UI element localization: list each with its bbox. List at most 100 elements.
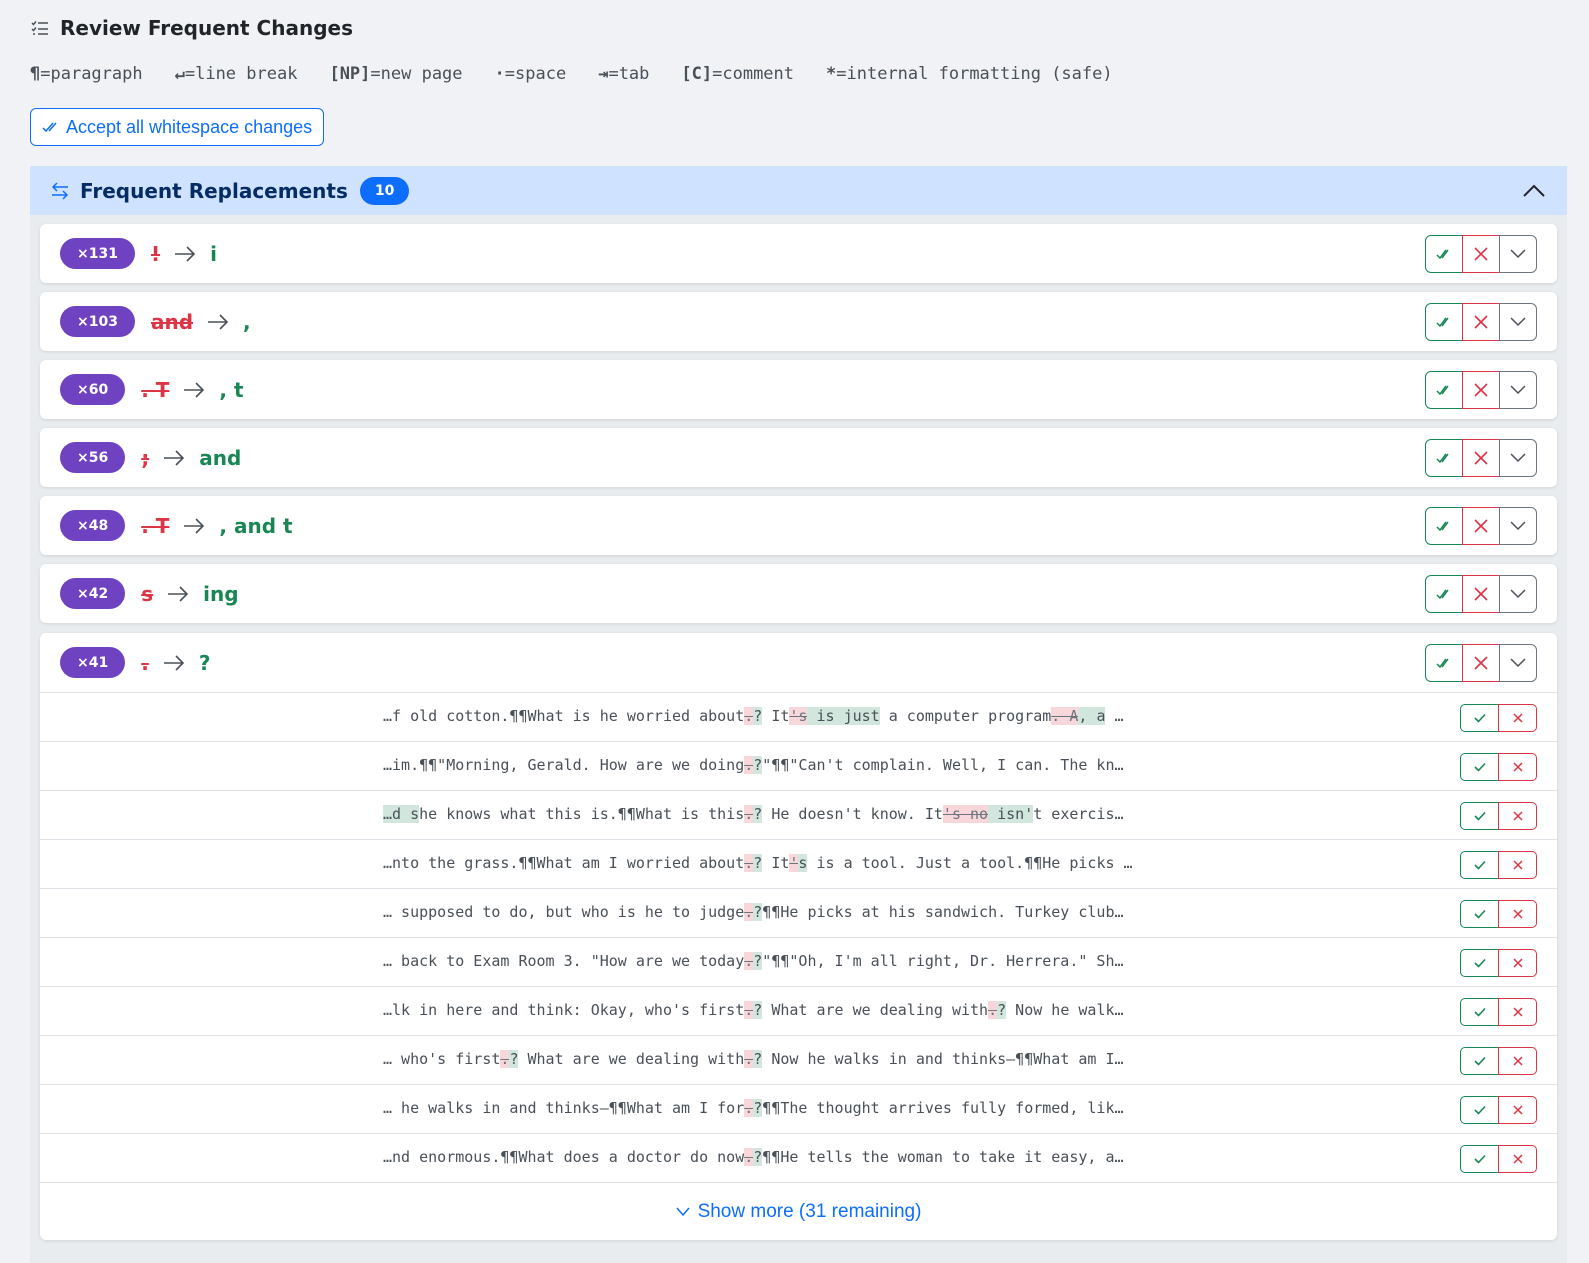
replacement-row: ×131! i (40, 224, 1557, 283)
reject-button[interactable] (1498, 851, 1537, 879)
reject-button[interactable] (1498, 949, 1537, 977)
accept-all-button[interactable] (1425, 507, 1463, 545)
check-icon (1473, 762, 1486, 772)
double-check-icon (1436, 658, 1449, 669)
inserted-text: ? (753, 952, 763, 970)
reject-all-button[interactable] (1462, 644, 1500, 682)
accept-button[interactable] (1460, 1047, 1499, 1075)
check-icon (1473, 860, 1486, 870)
expand-button[interactable] (1499, 371, 1537, 409)
context-row: …nd enormous.¶¶What does a doctor do now… (40, 1133, 1557, 1182)
accept-button[interactable] (1460, 851, 1499, 879)
accept-button[interactable] (1460, 1096, 1499, 1124)
context-actions (1460, 851, 1537, 879)
accept-all-button[interactable] (1425, 644, 1463, 682)
reject-button[interactable] (1498, 1047, 1537, 1075)
close-icon (1512, 1154, 1523, 1164)
context-text: ¶¶The thought arrives fully formed, lik… (762, 1099, 1124, 1117)
legend-item: *=internal formatting (safe) (826, 64, 1113, 84)
chevron-up-icon[interactable] (1521, 178, 1547, 204)
accept-button[interactable] (1460, 900, 1499, 928)
original-text: . (141, 650, 149, 675)
expand-button[interactable] (1499, 644, 1537, 682)
reject-all-button[interactable] (1462, 439, 1500, 477)
context-text: What are we dealing with (518, 1050, 745, 1068)
replacement-actions (1425, 575, 1537, 613)
symbol-legend: ¶=paragraph ↵=line break [NP]=new page ·… (30, 64, 1113, 84)
deleted-text: . (744, 1001, 754, 1019)
deleted-text: . A (1051, 707, 1079, 725)
expand-button[interactable] (1499, 439, 1537, 477)
original-text: ! (150, 241, 161, 266)
replacement-actions (1425, 644, 1537, 682)
context-text: …nd enormous.¶¶What does a doctor do now (383, 1148, 745, 1166)
accept-all-label: Accept all whitespace changes (66, 116, 313, 137)
reject-all-button[interactable] (1462, 575, 1500, 613)
inserted-text: , a (1078, 707, 1106, 725)
context-row: … who's first.? What are we dealing with… (40, 1035, 1557, 1084)
reject-all-button[interactable] (1462, 507, 1500, 545)
check-icon (1473, 811, 1486, 821)
reject-all-button[interactable] (1462, 371, 1500, 409)
swap-arrows-icon (51, 181, 69, 200)
accept-button[interactable] (1460, 1145, 1499, 1173)
context-row: …nto the grass.¶¶What am I worried about… (40, 839, 1557, 888)
deleted-text: . (744, 1099, 754, 1117)
reject-button[interactable] (1498, 1096, 1537, 1124)
context-actions (1460, 949, 1537, 977)
reject-button[interactable] (1498, 753, 1537, 781)
deleted-text: . (744, 1050, 754, 1068)
context-text: a computer program (879, 707, 1052, 725)
legend-item: [NP]=new page (329, 64, 463, 84)
expand-button[interactable] (1499, 575, 1537, 613)
context-text: "¶¶"Can't complain. Well, I can. The kn… (762, 756, 1124, 774)
accept-all-button[interactable] (1425, 303, 1463, 341)
replacement-actions (1425, 507, 1537, 545)
chevron-down-icon (1510, 589, 1526, 599)
reject-button[interactable] (1498, 1145, 1537, 1173)
legend-item: ·=space (494, 64, 567, 84)
expand-button[interactable] (1499, 303, 1537, 341)
accept-button[interactable] (1460, 753, 1499, 781)
accept-button[interactable] (1460, 998, 1499, 1026)
deleted-text: . (744, 805, 754, 823)
check-icon (1473, 958, 1486, 968)
deleted-text: . (988, 1001, 998, 1019)
frequency-badge: ×60 (60, 374, 126, 405)
expand-button[interactable] (1499, 507, 1537, 545)
context-text: ¶¶He picks at his sandwich. Turkey club… (762, 903, 1124, 921)
reject-all-button[interactable] (1462, 303, 1500, 341)
replacement-text: and (199, 445, 242, 470)
accept-all-button[interactable] (1425, 235, 1463, 273)
expand-button[interactable] (1499, 235, 1537, 273)
accept-button[interactable] (1460, 704, 1499, 732)
show-more-button[interactable]: Show more (31 remaining) (40, 1182, 1557, 1240)
accept-button[interactable] (1460, 949, 1499, 977)
accept-button[interactable] (1460, 802, 1499, 830)
frequency-badge: ×103 (60, 306, 135, 337)
panel-header[interactable]: Frequent Replacements 10 (30, 166, 1567, 215)
reject-button[interactable] (1498, 704, 1537, 732)
chevron-down-icon (1510, 521, 1526, 531)
arrow-right-icon (164, 449, 185, 466)
reject-button[interactable] (1498, 998, 1537, 1026)
reject-all-button[interactable] (1462, 235, 1500, 273)
replacement-text: , and t (219, 513, 293, 538)
reject-button[interactable] (1498, 900, 1537, 928)
context-row: …im.¶¶"Morning, Gerald. How are we doing… (40, 741, 1557, 790)
reject-button[interactable] (1498, 802, 1537, 830)
accept-all-whitespace-button[interactable]: Accept all whitespace changes (30, 108, 325, 146)
inserted-text: is just (807, 707, 880, 725)
close-icon (1512, 713, 1523, 723)
replacement-actions (1425, 303, 1537, 341)
context-text: is a tool. Just a tool.¶¶He picks … (807, 854, 1133, 872)
context-text: …im.¶¶"Morning, Gerald. How are we doing (383, 756, 745, 774)
close-icon (1512, 909, 1523, 919)
inserted-text: ? (753, 1148, 763, 1166)
inserted-text: ? (753, 1099, 763, 1117)
accept-all-button[interactable] (1425, 371, 1463, 409)
check-icon (1473, 1154, 1486, 1164)
accept-all-button[interactable] (1425, 575, 1463, 613)
arrow-right-icon (184, 381, 205, 398)
accept-all-button[interactable] (1425, 439, 1463, 477)
